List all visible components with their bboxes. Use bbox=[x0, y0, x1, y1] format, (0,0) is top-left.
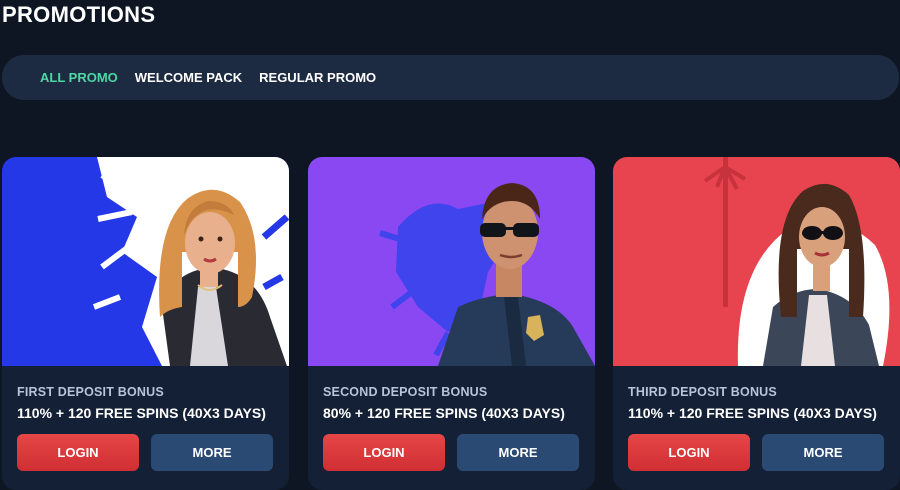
card-subtitle: SECOND DEPOSIT BONUS bbox=[323, 385, 488, 399]
promo-card-third-deposit: THIRD DEPOSIT BONUS 110% + 120 FREE SPIN… bbox=[613, 157, 900, 490]
login-button[interactable]: LOGIN bbox=[17, 434, 139, 471]
promo-image-woman-blonde bbox=[2, 157, 289, 366]
promo-tabbar: ALL PROMO WELCOME PACK REGULAR PROMO bbox=[2, 55, 899, 100]
card-subtitle: THIRD DEPOSIT BONUS bbox=[628, 385, 777, 399]
card-offer: 110% + 120 FREE SPINS (40X3 DAYS) bbox=[628, 405, 877, 421]
more-button[interactable]: MORE bbox=[762, 434, 884, 471]
promo-image-woman-sunglasses bbox=[613, 157, 900, 366]
more-button[interactable]: MORE bbox=[457, 434, 579, 471]
card-subtitle: FIRST DEPOSIT BONUS bbox=[17, 385, 164, 399]
login-button[interactable]: LOGIN bbox=[323, 434, 445, 471]
promo-card-second-deposit: SECOND DEPOSIT BONUS 80% + 120 FREE SPIN… bbox=[308, 157, 595, 490]
card-offer: 110% + 120 FREE SPINS (40X3 DAYS) bbox=[17, 405, 266, 421]
promo-cards: FIRST DEPOSIT BONUS 110% + 120 FREE SPIN… bbox=[2, 157, 900, 490]
more-button[interactable]: MORE bbox=[151, 434, 273, 471]
page-title: PROMOTIONS bbox=[2, 2, 156, 27]
card-offer: 80% + 120 FREE SPINS (40X3 DAYS) bbox=[323, 405, 565, 421]
tab-all-promo[interactable]: ALL PROMO bbox=[40, 70, 118, 85]
tab-regular-promo[interactable]: REGULAR PROMO bbox=[259, 70, 376, 85]
promo-card-first-deposit: FIRST DEPOSIT BONUS 110% + 120 FREE SPIN… bbox=[2, 157, 289, 490]
login-button[interactable]: LOGIN bbox=[628, 434, 750, 471]
promo-image-police-officer bbox=[308, 157, 595, 366]
tab-welcome-pack[interactable]: WELCOME PACK bbox=[135, 70, 242, 85]
